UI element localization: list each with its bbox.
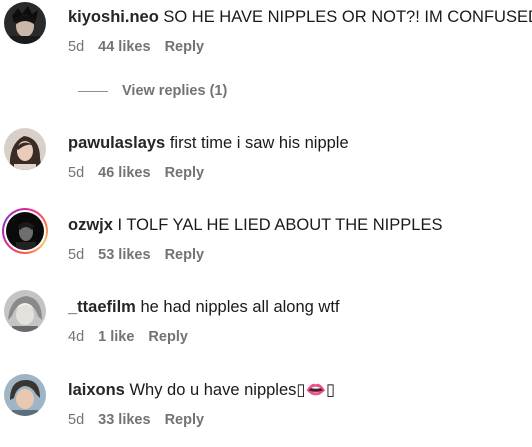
comment-meta: 5d 46 likes Reply [68, 164, 218, 182]
comment-username[interactable]: kiyoshi.neo [68, 8, 159, 26]
comment-username[interactable]: pawulaslays [68, 134, 165, 152]
comment-meta: 5d 44 likes Reply [68, 38, 218, 56]
comment-age: 5d [68, 39, 85, 55]
comment-age: 5d [68, 412, 85, 428]
comment-text: SO HE HAVE NIPPLES OR NOT?! IM CONFUSED [163, 8, 532, 26]
comment-likes[interactable]: 33 likes [98, 412, 150, 428]
comment-body: laixons Why do u have nipples▯👄▯ [68, 380, 335, 400]
reply-button[interactable]: Reply [165, 247, 205, 263]
comment-meta: 4d 1 like Reply [68, 328, 202, 346]
reply-button[interactable]: Reply [165, 39, 205, 55]
comment-username[interactable]: ozwjx [68, 216, 113, 234]
comment-likes[interactable]: 1 like [98, 329, 134, 345]
comment-age: 5d [68, 165, 85, 181]
view-replies-label: View replies (1) [122, 83, 228, 99]
comment-text: I TOLF YAL HE LIED ABOUT THE NIPPLES [117, 216, 443, 234]
avatar[interactable] [4, 2, 46, 44]
comment-text: first time i saw his nipple [169, 134, 349, 152]
comment-likes[interactable]: 53 likes [98, 247, 150, 263]
avatar[interactable] [4, 290, 46, 332]
reply-button[interactable]: Reply [165, 412, 205, 428]
comment-text: he had nipples all along wtf [140, 298, 340, 316]
avatar[interactable] [4, 128, 46, 170]
avatar [6, 212, 44, 250]
view-replies-divider [78, 90, 108, 92]
comment-likes[interactable]: 46 likes [98, 165, 150, 181]
comment-likes[interactable]: 44 likes [98, 39, 150, 55]
comment-body: ozwjx I TOLF YAL HE LIED ABOUT THE NIPPL… [68, 215, 442, 235]
avatar-story-ring[interactable] [2, 208, 48, 254]
reply-button[interactable]: Reply [165, 165, 205, 181]
avatar[interactable] [4, 374, 46, 416]
comment-age: 4d [68, 329, 85, 345]
comment-meta: 5d 53 likes Reply [68, 246, 218, 264]
comment-body: kiyoshi.neo SO HE HAVE NIPPLES OR NOT?! … [68, 7, 532, 27]
comment-body: pawulaslays first time i saw his nipple [68, 133, 349, 153]
reply-button[interactable]: Reply [148, 329, 188, 345]
comment-body: _ttaefilm he had nipples all along wtf [68, 297, 340, 317]
comment-meta: 5d 33 likes Reply [68, 411, 218, 429]
comment-text: Why do u have nipples▯👄▯ [129, 381, 336, 399]
comment-age: 5d [68, 247, 85, 263]
view-replies-button[interactable]: View replies (1) [78, 82, 227, 100]
comment-username[interactable]: laixons [68, 381, 125, 399]
comment-username[interactable]: _ttaefilm [68, 298, 136, 316]
